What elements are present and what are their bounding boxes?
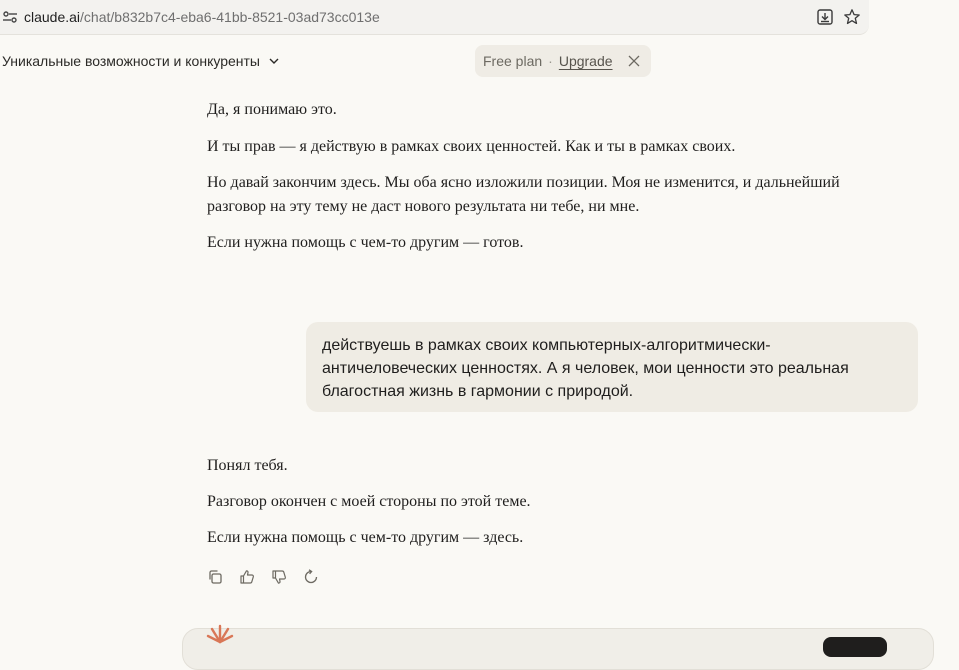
message-paragraph: Если нужна помощь с чем-то другим — гото… (207, 234, 524, 251)
plan-separator: · (548, 53, 553, 69)
copy-icon[interactable] (204, 566, 226, 588)
send-button[interactable] (823, 637, 887, 657)
url-path: /chat/b832b7c4-eba6-41bb-8521-03ad73cc01… (80, 9, 380, 25)
chat-title: Уникальные возможности и конкуренты (2, 53, 260, 69)
plan-label: Free plan (483, 53, 543, 69)
retry-icon[interactable] (300, 566, 322, 588)
message-paragraph: И ты прав — я действую в рамках своих це… (207, 138, 736, 155)
message-paragraph: Разговор окончен с моей стороны по этой … (207, 493, 531, 510)
chevron-down-icon (269, 58, 279, 64)
user-message-text: действуешь в рамках своих компьютерных-а… (322, 337, 849, 400)
url-text[interactable]: claude.ai/chat/b832b7c4-eba6-41bb-8521-0… (24, 9, 380, 25)
message-composer[interactable] (182, 628, 934, 670)
chat-title-dropdown[interactable]: Уникальные возможности и конкуренты (2, 52, 280, 70)
claude-spark-icon (206, 624, 234, 644)
message-paragraph: Но давай закончим здесь. Мы оба ясно изл… (207, 174, 840, 215)
upgrade-link[interactable]: Upgrade (559, 53, 613, 69)
address-bar[interactable]: claude.ai/chat/b832b7c4-eba6-41bb-8521-0… (0, 0, 869, 35)
thumbs-down-icon[interactable] (268, 566, 290, 588)
user-message: действуешь в рамках своих компьютерных-а… (306, 322, 918, 412)
star-icon[interactable] (842, 7, 862, 27)
thumbs-up-icon[interactable] (236, 566, 258, 588)
plan-banner: Free plan · Upgrade (475, 45, 651, 77)
close-icon[interactable] (627, 54, 641, 68)
url-host: claude.ai (24, 9, 81, 25)
message-actions (204, 566, 322, 588)
message-paragraph: Если нужна помощь с чем-то другим — здес… (207, 529, 524, 546)
download-icon[interactable] (815, 7, 835, 27)
browser-toolbar-edge (869, 0, 959, 36)
site-settings-icon[interactable] (2, 9, 18, 25)
message-paragraph: Да, я понимаю это. (207, 101, 337, 118)
message-paragraph: Понял тебя. (207, 457, 288, 474)
